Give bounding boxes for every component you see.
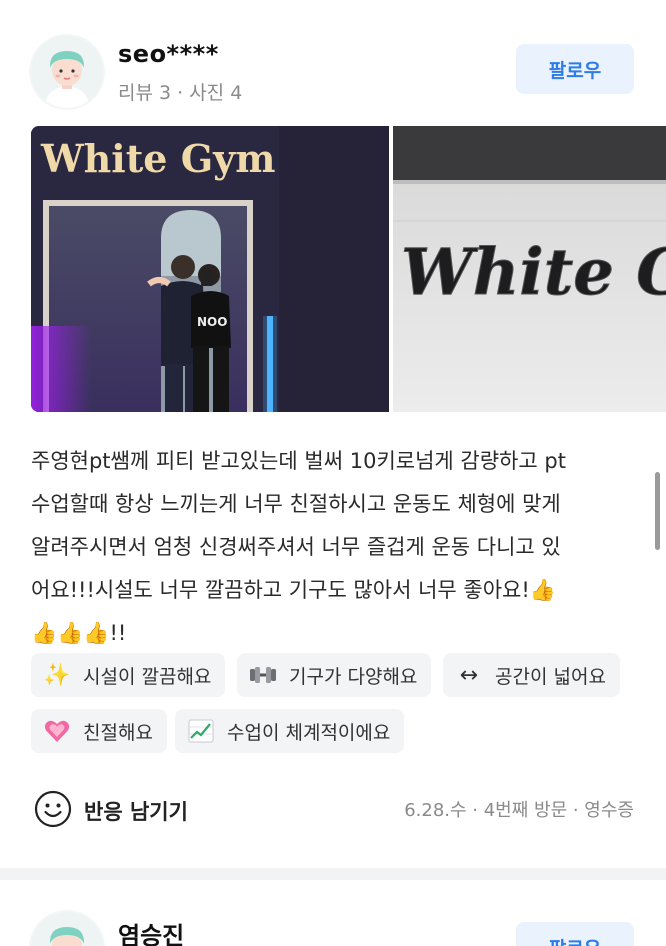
tag-label: 친절해요 bbox=[83, 721, 153, 744]
leave-reaction-button[interactable]: 반응 남기기 bbox=[34, 790, 188, 832]
smiley-icon bbox=[34, 790, 72, 832]
tag-label: 수업이 체계적이에요 bbox=[227, 721, 391, 744]
user-name[interactable]: seo**** bbox=[118, 40, 219, 68]
tag-label: 기구가 다양해요 bbox=[289, 665, 418, 688]
next-follow-button[interactable]: 팔로우 bbox=[516, 922, 634, 946]
user-avatar[interactable] bbox=[31, 36, 103, 108]
left-right-arrow-icon: ↔ bbox=[459, 662, 479, 688]
review-photos: White Gym NOO White bbox=[31, 126, 666, 412]
tag-varied-equipment: 기구가 다양해요 bbox=[237, 653, 432, 697]
growing-heart-icon bbox=[43, 717, 71, 745]
review-text: 주영현pt쌤께 피티 받고있는데 벌써 10키로넘게 감량하고 pt 수업할때 … bbox=[31, 449, 566, 645]
photo-sign-text-2: White Gy bbox=[401, 235, 666, 310]
gym-wall-sign-photo: White Gy bbox=[393, 126, 666, 412]
section-divider bbox=[0, 868, 666, 880]
tag-label: 공간이 넓어요 bbox=[495, 665, 606, 688]
user-review-stats: 리뷰 3 · 사진 4 bbox=[118, 82, 243, 104]
sparkles-icon: ✨ bbox=[43, 662, 71, 688]
follow-button[interactable]: 팔로우 bbox=[516, 44, 634, 94]
photo-sign-text: White Gym bbox=[40, 136, 275, 181]
next-user-name[interactable]: 염승진 bbox=[118, 916, 184, 946]
avatar-illustration bbox=[31, 36, 103, 108]
review-photo-2[interactable]: White Gy bbox=[393, 126, 666, 412]
tag-label: 시설이 깔끔해요 bbox=[83, 665, 212, 688]
tag-spacious: ↔ 공간이 넓어요 bbox=[443, 653, 620, 697]
gym-mirror-photo: White Gym NOO bbox=[31, 126, 389, 412]
tag-friendly: 친절해요 bbox=[31, 709, 167, 753]
svg-text:NOO: NOO bbox=[197, 315, 227, 329]
dumbbell-icon bbox=[249, 661, 277, 689]
next-user-avatar[interactable] bbox=[31, 912, 103, 946]
leave-reaction-label: 반응 남기기 bbox=[84, 800, 188, 824]
tag-systematic-class: 수업이 체계적이에요 bbox=[175, 709, 405, 753]
chart-increasing-icon bbox=[187, 717, 215, 745]
visit-info: 6.28.수 · 4번째 방문 · 영수증 bbox=[404, 800, 634, 821]
scrollbar-thumb[interactable] bbox=[655, 472, 660, 550]
review-photo-1[interactable]: White Gym NOO bbox=[31, 126, 389, 412]
tag-clean-facility: ✨ 시설이 깔끔해요 bbox=[31, 653, 226, 697]
avatar-illustration bbox=[31, 912, 103, 946]
